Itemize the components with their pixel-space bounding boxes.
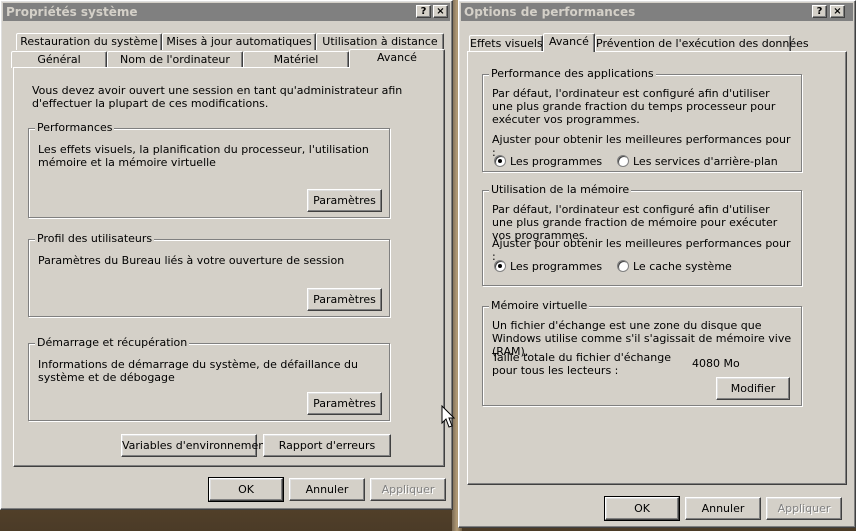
- user-profiles-settings-button[interactable]: Paramètres: [307, 288, 382, 311]
- radio-selected-dot: [498, 159, 502, 163]
- background-services-radio[interactable]: [617, 155, 629, 167]
- pagefile-size-label: Taille totale du fichier d'échange pour …: [492, 351, 671, 377]
- memory-programs-radio[interactable]: [494, 260, 506, 272]
- environment-variables-button[interactable]: Variables d'environnement: [121, 434, 270, 457]
- apply-button[interactable]: Appliquer: [766, 497, 842, 520]
- pagefile-size-value: 4080 Mo: [692, 357, 740, 370]
- group-description: Informations de démarrage du système, de…: [38, 358, 358, 384]
- window-title: Propriétés système: [6, 5, 138, 19]
- help-button[interactable]: ?: [812, 5, 827, 18]
- app-performance-group: Performance des applications Par défaut,…: [482, 67, 802, 172]
- error-report-button[interactable]: Rapport d'erreurs: [263, 434, 391, 457]
- cancel-button[interactable]: Annuler: [685, 497, 761, 520]
- help-button[interactable]: ?: [416, 5, 431, 18]
- group-legend: Mémoire virtuelle: [489, 299, 590, 312]
- startup-recovery-settings-button[interactable]: Paramètres: [307, 392, 382, 415]
- tab-panel: Performance des applications Par défaut,…: [467, 51, 847, 485]
- group-legend: Utilisation de la mémoire: [489, 183, 632, 196]
- performances-settings-button[interactable]: Paramètres: [307, 189, 382, 212]
- system-cache-radio[interactable]: [617, 260, 629, 272]
- memory-programs-radio-label[interactable]: Les programmes: [510, 260, 602, 273]
- window-title: Options de performances: [464, 5, 636, 19]
- background-services-radio-label[interactable]: Les services d'arrière-plan: [633, 155, 778, 168]
- programs-radio-label[interactable]: Les programmes: [510, 155, 602, 168]
- tab-avance[interactable]: Avancé: [349, 49, 445, 68]
- performance-options-window: Options de performances ? × Effets visue…: [458, 0, 856, 528]
- tab-prevention-execution[interactable]: Prévention de l'exécution des données: [595, 35, 809, 52]
- group-legend: Performance des applications: [489, 67, 656, 80]
- cancel-button[interactable]: Annuler: [289, 478, 365, 501]
- group-legend: Démarrage et récupération: [35, 336, 190, 349]
- tab-avance[interactable]: Avancé: [543, 33, 595, 52]
- modify-button[interactable]: Modifier: [716, 377, 790, 400]
- tab-mises-a-jour[interactable]: Mises à jour automatiques: [162, 33, 316, 50]
- title-bar[interactable]: Propriétés système: [3, 3, 450, 21]
- radio-selected-dot: [498, 264, 502, 268]
- tab-nom-ordinateur[interactable]: Nom de l'ordinateur: [107, 51, 243, 68]
- title-bar[interactable]: Options de performances: [461, 3, 853, 21]
- tab-panel: Vous devez avoir ouvert une session en t…: [13, 67, 445, 467]
- apply-button[interactable]: Appliquer: [370, 478, 446, 501]
- ok-button[interactable]: OK: [604, 496, 680, 521]
- tab-general[interactable]: Général: [11, 51, 107, 68]
- close-button[interactable]: ×: [433, 5, 448, 18]
- group-description: Les effets visuels, la planification du …: [38, 143, 369, 169]
- tab-effets-visuels[interactable]: Effets visuels: [469, 35, 543, 52]
- intro-text: Vous devez avoir ouvert une session en t…: [32, 84, 403, 110]
- startup-recovery-group: Démarrage et récupération Informations d…: [28, 336, 390, 421]
- group-description: Par défaut, l'ordinateur est configuré a…: [492, 87, 776, 126]
- performances-group: Performances Les effets visuels, la plan…: [28, 121, 390, 218]
- ok-button[interactable]: OK: [208, 477, 284, 502]
- tab-restauration[interactable]: Restauration du système: [16, 33, 162, 50]
- tab-utilisation-distance[interactable]: Utilisation à distance: [316, 33, 444, 50]
- programs-radio[interactable]: [494, 155, 506, 167]
- tab-materiel[interactable]: Matériel: [243, 51, 349, 68]
- group-legend: Profil des utilisateurs: [35, 232, 155, 245]
- group-description: Paramètres du Bureau liés à votre ouvert…: [38, 254, 345, 267]
- close-button[interactable]: ×: [830, 5, 845, 18]
- virtual-memory-group: Mémoire virtuelle Un fichier d'échange e…: [482, 299, 802, 406]
- system-properties-window: Propriétés système ? × Restauration du s…: [0, 0, 453, 510]
- group-legend: Performances: [35, 121, 115, 134]
- system-cache-radio-label[interactable]: Le cache système: [633, 260, 732, 273]
- memory-usage-group: Utilisation de la mémoire Par défaut, l'…: [482, 183, 802, 286]
- user-profiles-group: Profil des utilisateurs Paramètres du Bu…: [28, 232, 390, 317]
- mouse-cursor-icon: [441, 405, 455, 428]
